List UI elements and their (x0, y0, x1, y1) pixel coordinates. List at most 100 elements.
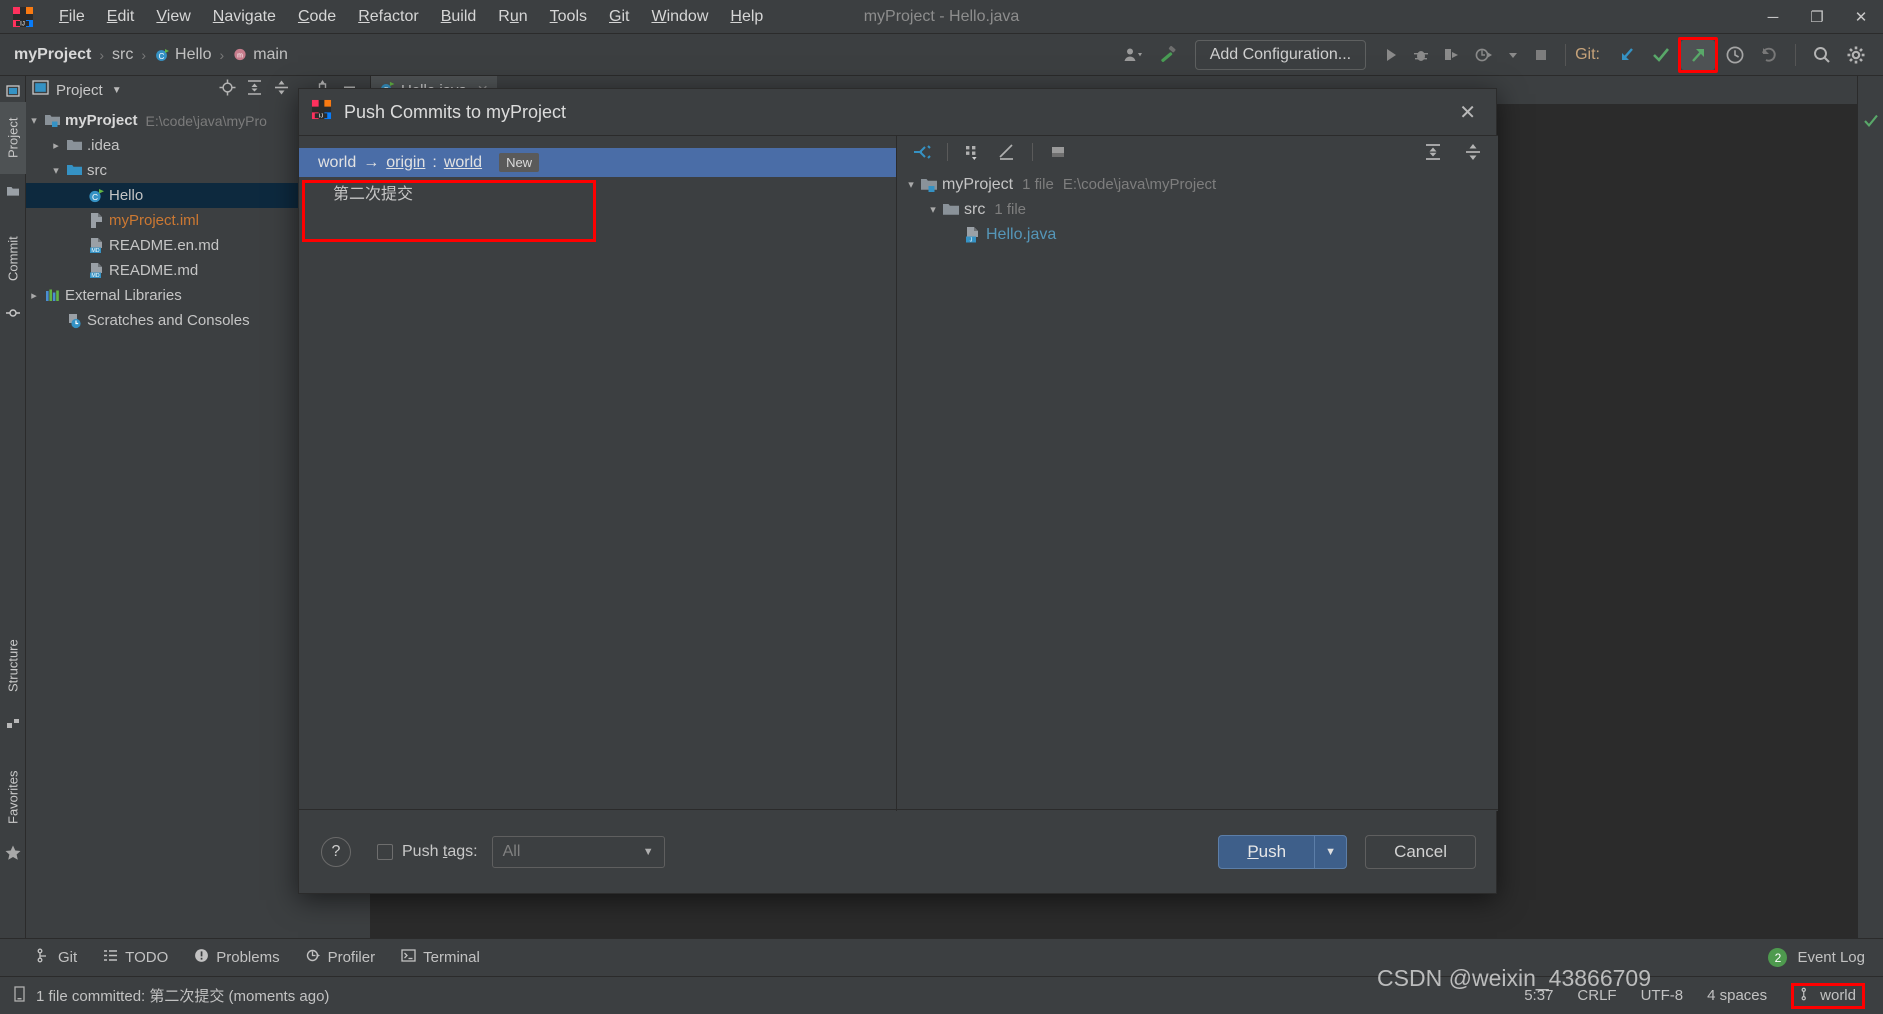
svg-text:MD: MD (91, 273, 99, 279)
commit-row[interactable]: 第二次提交 (299, 177, 896, 207)
collapse-all-icon[interactable] (273, 79, 290, 101)
chevron-down-icon[interactable]: ▾ (48, 164, 64, 177)
breadcrumb-label: myProject (14, 45, 92, 63)
statusbar-tool-profiler[interactable]: Profiler (306, 948, 375, 967)
statusbar-tool-label: Problems (216, 949, 280, 966)
run-with-coverage-icon[interactable] (1436, 40, 1468, 70)
idea-window: IJ File Edit View Navigate Code Refactor… (0, 0, 1883, 1014)
run-icon[interactable] (1376, 40, 1406, 70)
profile-icon[interactable] (1468, 40, 1500, 70)
menu-run[interactable]: Run (487, 6, 538, 28)
chevron-right-icon[interactable]: ▸ (26, 289, 42, 302)
menu-edit[interactable]: Edit (96, 6, 146, 28)
java-file-icon: J (963, 226, 983, 244)
chevron-down-icon[interactable]: ▾ (26, 114, 42, 127)
minimize-button[interactable]: ─ (1751, 0, 1795, 34)
chevron-down-icon: ▼ (642, 845, 654, 858)
push-source-branch: world (318, 153, 357, 171)
chevron-down-icon[interactable]: ▾ (903, 178, 919, 191)
push-remote-name[interactable]: origin (386, 154, 425, 172)
menu-code[interactable]: Code (287, 6, 347, 28)
breadcrumb-src[interactable]: src (112, 46, 133, 64)
menu-tools[interactable]: Tools (539, 6, 598, 28)
sidebar-item-favorites[interactable]: Favorites (0, 754, 26, 840)
git-update-icon[interactable] (1610, 40, 1644, 70)
push-button[interactable]: Push ▼ (1218, 834, 1348, 869)
menu-file[interactable]: File (48, 6, 96, 28)
sidebar-item-commit[interactable]: Commit (0, 220, 26, 298)
push-tags-row: Push tags: All ▼ (377, 835, 665, 868)
push-target-branch[interactable]: world (444, 154, 482, 172)
expand-collapse-icon[interactable] (907, 139, 937, 165)
group-by-icon[interactable] (958, 139, 988, 165)
tree-sublabel: E:\code\java\myPro (145, 112, 267, 129)
push-tags-select[interactable]: All ▼ (491, 835, 665, 868)
git-branch-widget[interactable]: world (1791, 982, 1865, 1009)
statusbar-tool-terminal[interactable]: Terminal (401, 948, 480, 967)
status-message-icon (12, 985, 27, 1006)
show-diff-icon[interactable] (1043, 139, 1073, 165)
libraries-icon (42, 288, 62, 303)
push-tags-value: All (502, 842, 521, 860)
breadcrumb-separator: › (141, 46, 147, 63)
indent-setting[interactable]: 4 spaces (1707, 987, 1767, 1004)
expand-all-icon[interactable] (246, 79, 263, 101)
files-row-src[interactable]: ▾ src 1 file (897, 197, 1498, 222)
close-icon[interactable]: ✕ (1451, 100, 1484, 125)
menu-help[interactable]: Help (719, 6, 774, 28)
rollback-icon[interactable] (1752, 40, 1786, 70)
git-push-icon[interactable] (1681, 39, 1715, 70)
help-button[interactable]: ? (321, 836, 351, 867)
build-hammer-icon[interactable] (1151, 40, 1185, 70)
left-tool-strip: Project Commit Structure Favorites (0, 76, 26, 938)
menu-git[interactable]: Git (598, 6, 640, 28)
breadcrumb-main[interactable]: m main (232, 46, 288, 64)
files-toolbar (897, 136, 1498, 168)
chevron-right-icon[interactable]: ▸ (48, 139, 64, 152)
locate-icon[interactable] (219, 79, 236, 101)
breadcrumb-separator: › (99, 46, 105, 63)
search-everywhere-icon[interactable] (1805, 40, 1839, 70)
close-button[interactable]: ✕ (1839, 0, 1883, 34)
expand-all-icon[interactable] (1418, 139, 1448, 165)
svg-text:IJ: IJ (319, 114, 324, 120)
files-row-hello-java[interactable]: J Hello.java (897, 222, 1498, 247)
debug-icon[interactable] (1406, 40, 1436, 70)
maximize-button[interactable]: ❐ (1795, 0, 1839, 34)
chevron-down-icon[interactable]: ▼ (112, 85, 122, 96)
chevron-down-icon[interactable]: ▾ (925, 203, 941, 216)
menu-window[interactable]: Window (640, 6, 719, 28)
menu-view[interactable]: View (145, 6, 201, 28)
settings-gear-icon[interactable] (1839, 40, 1873, 70)
menu-refactor[interactable]: Refactor (347, 6, 429, 28)
menu-navigate[interactable]: Navigate (202, 6, 287, 28)
push-tags-checkbox[interactable] (377, 843, 393, 860)
files-row-myproject[interactable]: ▾ myProject 1 file E:\code\java\myProjec… (897, 172, 1498, 197)
structure-icon (6, 716, 20, 730)
sidebar-item-label: Favorites (5, 770, 21, 824)
menu-build[interactable]: Build (430, 6, 488, 28)
breadcrumb-myproject[interactable]: myProject (14, 46, 91, 64)
tree-label: README.md (109, 262, 199, 279)
window-title: myProject - Hello.java (863, 7, 1020, 25)
dropdown-icon[interactable] (1500, 40, 1526, 70)
breadcrumb-hello[interactable]: C Hello (154, 46, 212, 64)
git-commit-icon[interactable] (1644, 40, 1678, 70)
sidebar-item-structure[interactable]: Structure (0, 622, 26, 710)
push-target-row[interactable]: world → origin : world New (299, 148, 896, 177)
cancel-button[interactable]: Cancel (1365, 834, 1476, 869)
collapse-all-icon[interactable] (1458, 139, 1488, 165)
sidebar-item-project[interactable]: Project (0, 102, 26, 174)
toolbar-divider (1565, 43, 1567, 66)
event-log-area[interactable]: 2 Event Log (1768, 948, 1883, 967)
add-configuration-button[interactable]: Add Configuration... (1194, 39, 1367, 70)
stop-icon[interactable] (1526, 40, 1556, 70)
push-dropdown-icon[interactable]: ▼ (1314, 835, 1346, 868)
statusbar-tool-todo[interactable]: TODO (103, 948, 168, 967)
preview-diff-icon[interactable] (992, 139, 1022, 165)
statusbar-tool-problems[interactable]: Problems (194, 948, 280, 967)
statusbar-tool-git[interactable]: Git (36, 948, 77, 967)
history-icon[interactable] (1718, 40, 1752, 70)
user-settings-icon[interactable] (1117, 40, 1151, 70)
source-folder-icon (64, 163, 84, 178)
